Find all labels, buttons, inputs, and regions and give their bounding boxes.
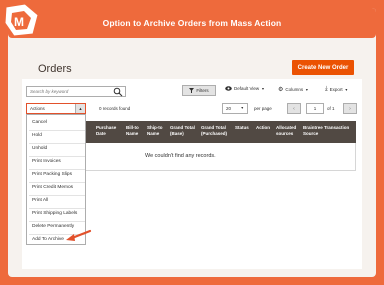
- divider: [29, 195, 85, 196]
- prev-page-button[interactable]: ‹: [287, 103, 301, 114]
- create-new-order-button[interactable]: Create New Order: [292, 60, 354, 75]
- download-icon: ⤓: [325, 86, 328, 92]
- column-header[interactable]: Allocated sources: [276, 125, 300, 136]
- chevron-up-icon: ▲: [75, 104, 85, 113]
- column-header[interactable]: Purchase Date: [96, 125, 122, 136]
- banner: Option to Archive Orders from Mass Actio…: [8, 8, 376, 38]
- per-page-value: 20: [226, 106, 232, 111]
- column-header[interactable]: Ship-to Name: [147, 125, 165, 136]
- menu-item-cancel[interactable]: Cancel: [32, 120, 47, 125]
- divider: [29, 208, 85, 209]
- actions-dropdown[interactable]: Actions ▲: [26, 103, 86, 114]
- menu-item-print-shipping-labels[interactable]: Print Shipping Labels: [32, 211, 77, 216]
- page-number-input[interactable]: 1: [306, 103, 324, 114]
- filters-button[interactable]: Filters: [182, 85, 216, 96]
- chevron-down-icon: ▼: [344, 87, 349, 92]
- chevron-down-icon: ▼: [240, 106, 244, 110]
- eye-icon: [225, 86, 232, 91]
- menu-item-hold[interactable]: Hold: [32, 133, 42, 138]
- per-page-label: per page: [254, 106, 272, 111]
- records-count: 0 records found: [99, 106, 131, 111]
- chevron-down-icon: ▼: [261, 86, 265, 91]
- page-title: Orders: [38, 63, 72, 75]
- menu-item-print-all[interactable]: Print All: [32, 198, 48, 203]
- divider: [29, 182, 85, 183]
- divider: [29, 221, 85, 222]
- banner-title: Option to Archive Orders from Mass Actio…: [102, 18, 282, 28]
- per-page-select[interactable]: 20 ▼: [222, 103, 248, 114]
- columns-label: Columns: [285, 87, 304, 92]
- menu-item-print-packing-slips[interactable]: Print Packing Slips: [32, 172, 72, 177]
- view-dropdown[interactable]: Default View ▼: [225, 86, 265, 91]
- search-icon[interactable]: [113, 87, 123, 97]
- actions-label: Actions: [30, 106, 45, 111]
- column-header[interactable]: Braintree Transaction Source: [303, 125, 355, 136]
- arrow-icon: [66, 229, 92, 241]
- logo-icon: M: [4, 3, 39, 37]
- divider: [29, 169, 85, 170]
- empty-message: We couldn't find any records.: [145, 153, 216, 159]
- gear-icon: ⚙: [278, 87, 284, 93]
- menu-item-add-to-archive[interactable]: Add To Archive: [32, 237, 64, 242]
- column-header[interactable]: Status: [235, 125, 253, 131]
- menu-item-unhold[interactable]: Unhold: [32, 146, 47, 151]
- chevron-down-icon: ▼: [305, 87, 309, 92]
- filters-label: Filters: [196, 88, 209, 93]
- actions-menu: Cancel Hold Unhold Print Invoices Print …: [26, 114, 86, 245]
- menu-item-print-credit-memos[interactable]: Print Credit Memos: [32, 185, 73, 190]
- svg-text:M: M: [14, 15, 24, 29]
- next-page-button[interactable]: ›: [343, 103, 357, 114]
- page-of-label: of 1: [327, 106, 335, 111]
- column-header[interactable]: Grand Total (Base): [170, 125, 198, 136]
- view-label: Default View: [234, 86, 260, 91]
- columns-dropdown[interactable]: ⚙ Columns ▼: [278, 86, 309, 93]
- divider: [29, 156, 85, 157]
- column-header[interactable]: Bill-to Name: [126, 125, 144, 136]
- divider: [29, 143, 85, 144]
- export-dropdown[interactable]: ⤓ Export ▼: [325, 86, 348, 93]
- column-header[interactable]: Grand Total (Purchased): [201, 125, 231, 136]
- filter-icon: [189, 88, 195, 93]
- export-label: Export: [329, 87, 343, 92]
- search-input[interactable]: Search by keyword: [26, 86, 126, 97]
- menu-item-print-invoices[interactable]: Print Invoices: [32, 159, 61, 164]
- column-header: Action: [256, 125, 270, 130]
- divider: [29, 130, 85, 131]
